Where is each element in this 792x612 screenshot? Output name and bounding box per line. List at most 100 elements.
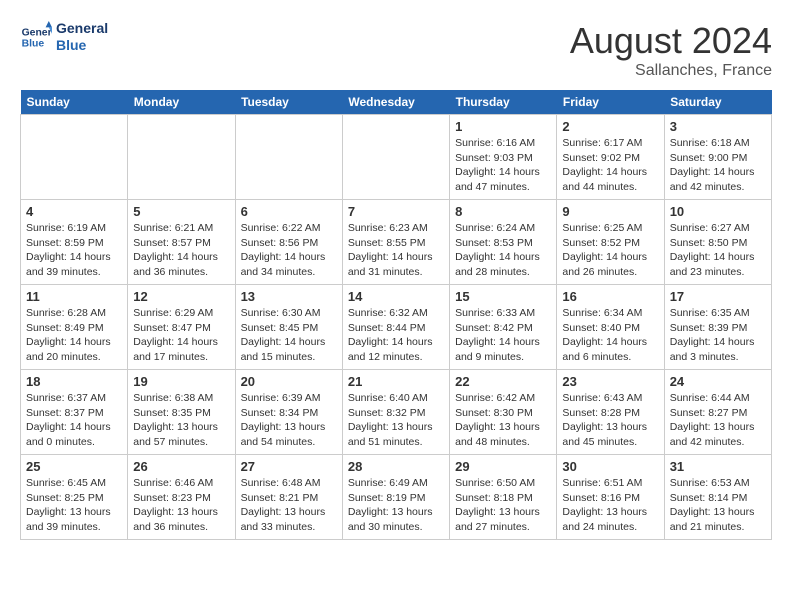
cell-info: Sunrise: 6:19 AM Sunset: 8:59 PM Dayligh… (26, 221, 122, 280)
cell-info: Sunrise: 6:29 AM Sunset: 8:47 PM Dayligh… (133, 306, 229, 365)
cell-info: Sunrise: 6:30 AM Sunset: 8:45 PM Dayligh… (241, 306, 337, 365)
calendar-cell: 14 Sunrise: 6:32 AM Sunset: 8:44 PM Dayli… (342, 285, 449, 370)
day-header-saturday: Saturday (664, 90, 771, 115)
cell-info: Sunrise: 6:16 AM Sunset: 9:03 PM Dayligh… (455, 136, 551, 195)
date-number: 25 (26, 459, 122, 474)
calendar-cell: 4 Sunrise: 6:19 AM Sunset: 8:59 PM Daylig… (21, 200, 128, 285)
calendar-cell (21, 115, 128, 200)
date-number: 17 (670, 289, 766, 304)
date-number: 12 (133, 289, 229, 304)
calendar-cell: 17 Sunrise: 6:35 AM Sunset: 8:39 PM Dayli… (664, 285, 771, 370)
day-header-thursday: Thursday (450, 90, 557, 115)
page-title: August 2024 (570, 20, 772, 62)
calendar-cell: 8Sunrise: 6:24 AM Sunset: 8:53 PM Daylig… (450, 200, 557, 285)
calendar-cell: 20 Sunrise: 6:39 AM Sunset: 8:34 PM Dayli… (235, 370, 342, 455)
day-header-friday: Friday (557, 90, 664, 115)
date-number: 15 (455, 289, 551, 304)
calendar-cell: 6 Sunrise: 6:22 AM Sunset: 8:56 PM Daylig… (235, 200, 342, 285)
cell-info: Sunrise: 6:32 AM Sunset: 8:44 PM Dayligh… (348, 306, 444, 365)
date-number: 26 (133, 459, 229, 474)
calendar-cell: 31Sunrise: 6:53 AM Sunset: 8:14 PM Dayli… (664, 455, 771, 540)
calendar-cell: 10Sunrise: 6:27 AM Sunset: 8:50 PM Dayli… (664, 200, 771, 285)
date-number: 6 (241, 204, 337, 219)
calendar-cell: 16 Sunrise: 6:34 AM Sunset: 8:40 PM Dayli… (557, 285, 664, 370)
cell-info: Sunrise: 6:46 AM Sunset: 8:23 PM Dayligh… (133, 476, 229, 535)
calendar-cell (235, 115, 342, 200)
week-row-1: 1 Sunrise: 6:16 AM Sunset: 9:03 PM Daylig… (21, 115, 772, 200)
calendar-cell: 2 Sunrise: 6:17 AM Sunset: 9:02 PM Daylig… (557, 115, 664, 200)
date-number: 1 (455, 119, 551, 134)
week-row-5: 25 Sunrise: 6:45 AM Sunset: 8:25 PM Dayli… (21, 455, 772, 540)
calendar-cell: 23 Sunrise: 6:43 AM Sunset: 8:28 PM Dayli… (557, 370, 664, 455)
date-number: 7 (348, 204, 444, 219)
calendar-cell: 24Sunrise: 6:44 AM Sunset: 8:27 PM Dayli… (664, 370, 771, 455)
cell-info: Sunrise: 6:22 AM Sunset: 8:56 PM Dayligh… (241, 221, 337, 280)
calendar-cell: 18Sunrise: 6:37 AM Sunset: 8:37 PM Dayli… (21, 370, 128, 455)
date-number: 21 (348, 374, 444, 389)
day-header-wednesday: Wednesday (342, 90, 449, 115)
calendar-cell: 5 Sunrise: 6:21 AM Sunset: 8:57 PM Daylig… (128, 200, 235, 285)
calendar-cell: 15 Sunrise: 6:33 AM Sunset: 8:42 PM Dayli… (450, 285, 557, 370)
day-header-tuesday: Tuesday (235, 90, 342, 115)
cell-info: Sunrise: 6:17 AM Sunset: 9:02 PM Dayligh… (562, 136, 658, 195)
date-number: 22 (455, 374, 551, 389)
cell-info: Sunrise: 6:39 AM Sunset: 8:34 PM Dayligh… (241, 391, 337, 450)
page-subtitle: Sallanches, France (570, 62, 772, 80)
week-row-4: 18Sunrise: 6:37 AM Sunset: 8:37 PM Dayli… (21, 370, 772, 455)
date-number: 19 (133, 374, 229, 389)
cell-info: Sunrise: 6:25 AM Sunset: 8:52 PM Dayligh… (562, 221, 658, 280)
logo-text-blue: Blue (56, 37, 108, 54)
date-number: 23 (562, 374, 658, 389)
cell-info: Sunrise: 6:21 AM Sunset: 8:57 PM Dayligh… (133, 221, 229, 280)
date-number: 28 (348, 459, 444, 474)
logo-text-general: General (56, 20, 108, 37)
page-header: General Blue General Blue August 2024 Sa… (20, 20, 772, 80)
cell-info: Sunrise: 6:45 AM Sunset: 8:25 PM Dayligh… (26, 476, 122, 535)
calendar-cell: 27 Sunrise: 6:48 AM Sunset: 8:21 PM Dayli… (235, 455, 342, 540)
day-header-sunday: Sunday (21, 90, 128, 115)
date-number: 4 (26, 204, 122, 219)
date-number: 3 (670, 119, 766, 134)
week-row-2: 4 Sunrise: 6:19 AM Sunset: 8:59 PM Daylig… (21, 200, 772, 285)
calendar-cell: 12 Sunrise: 6:29 AM Sunset: 8:47 PM Dayli… (128, 285, 235, 370)
date-number: 18 (26, 374, 122, 389)
calendar-cell: 19 Sunrise: 6:38 AM Sunset: 8:35 PM Dayli… (128, 370, 235, 455)
week-row-3: 11 Sunrise: 6:28 AM Sunset: 8:49 PM Dayli… (21, 285, 772, 370)
cell-info: Sunrise: 6:27 AM Sunset: 8:50 PM Dayligh… (670, 221, 766, 280)
date-number: 2 (562, 119, 658, 134)
day-header-monday: Monday (128, 90, 235, 115)
calendar-cell: 13 Sunrise: 6:30 AM Sunset: 8:45 PM Dayli… (235, 285, 342, 370)
cell-info: Sunrise: 6:53 AM Sunset: 8:14 PM Dayligh… (670, 476, 766, 535)
date-number: 8 (455, 204, 551, 219)
cell-info: Sunrise: 6:49 AM Sunset: 8:19 PM Dayligh… (348, 476, 444, 535)
calendar-cell (128, 115, 235, 200)
date-number: 14 (348, 289, 444, 304)
cell-info: Sunrise: 6:44 AM Sunset: 8:27 PM Dayligh… (670, 391, 766, 450)
date-number: 5 (133, 204, 229, 219)
calendar-cell: 30Sunrise: 6:51 AM Sunset: 8:16 PM Dayli… (557, 455, 664, 540)
calendar-cell: 3 Sunrise: 6:18 AM Sunset: 9:00 PM Daylig… (664, 115, 771, 200)
date-number: 16 (562, 289, 658, 304)
cell-info: Sunrise: 6:51 AM Sunset: 8:16 PM Dayligh… (562, 476, 658, 535)
cell-info: Sunrise: 6:34 AM Sunset: 8:40 PM Dayligh… (562, 306, 658, 365)
cell-info: Sunrise: 6:38 AM Sunset: 8:35 PM Dayligh… (133, 391, 229, 450)
date-number: 9 (562, 204, 658, 219)
date-number: 27 (241, 459, 337, 474)
cell-info: Sunrise: 6:33 AM Sunset: 8:42 PM Dayligh… (455, 306, 551, 365)
date-number: 29 (455, 459, 551, 474)
calendar-cell: 21 Sunrise: 6:40 AM Sunset: 8:32 PM Dayli… (342, 370, 449, 455)
cell-info: Sunrise: 6:48 AM Sunset: 8:21 PM Dayligh… (241, 476, 337, 535)
calendar-cell: 22Sunrise: 6:42 AM Sunset: 8:30 PM Dayli… (450, 370, 557, 455)
date-number: 20 (241, 374, 337, 389)
cell-info: Sunrise: 6:28 AM Sunset: 8:49 PM Dayligh… (26, 306, 122, 365)
svg-text:General: General (22, 27, 52, 38)
calendar-cell: 7Sunrise: 6:23 AM Sunset: 8:55 PM Daylig… (342, 200, 449, 285)
cell-info: Sunrise: 6:43 AM Sunset: 8:28 PM Dayligh… (562, 391, 658, 450)
cell-info: Sunrise: 6:40 AM Sunset: 8:32 PM Dayligh… (348, 391, 444, 450)
date-number: 11 (26, 289, 122, 304)
cell-info: Sunrise: 6:18 AM Sunset: 9:00 PM Dayligh… (670, 136, 766, 195)
cell-info: Sunrise: 6:35 AM Sunset: 8:39 PM Dayligh… (670, 306, 766, 365)
date-number: 13 (241, 289, 337, 304)
cell-info: Sunrise: 6:50 AM Sunset: 8:18 PM Dayligh… (455, 476, 551, 535)
day-headers-row: SundayMondayTuesdayWednesdayThursdayFrid… (21, 90, 772, 115)
